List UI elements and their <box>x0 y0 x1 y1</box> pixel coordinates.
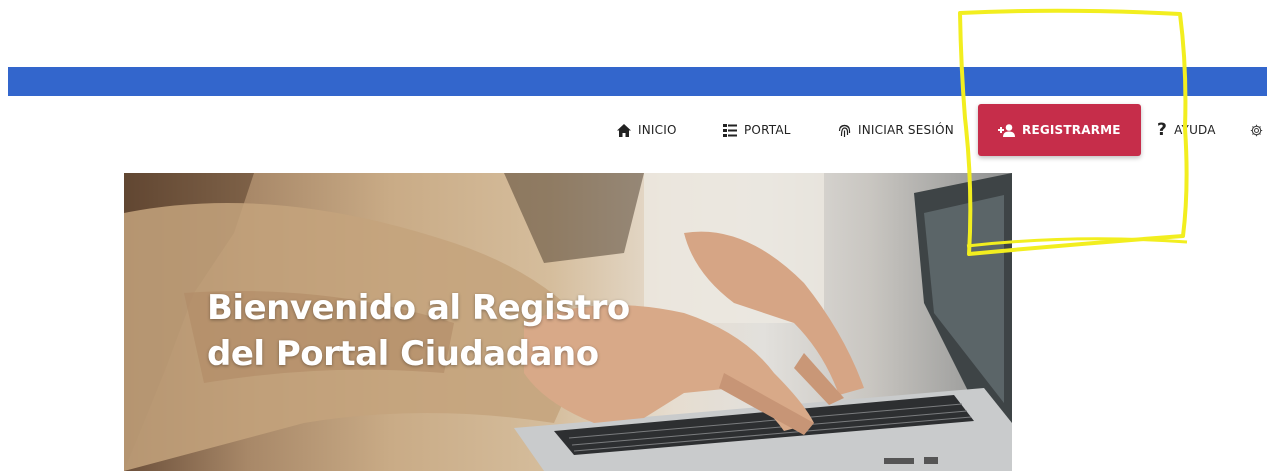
nav-item-inicio[interactable]: INICIO <box>617 103 677 157</box>
nav-item-settings[interactable] <box>1250 103 1263 157</box>
main-navigation: INICIO PORTAL INICIAR SESIÓN REGISTRARME… <box>0 103 1267 157</box>
nav-item-label: INICIAR SESIÓN <box>858 123 954 137</box>
nav-item-label: PORTAL <box>744 123 791 137</box>
add-user-icon <box>998 123 1015 137</box>
hero-title-line2: del Portal Ciudadano <box>207 334 599 374</box>
nav-item-ayuda[interactable]: ? AYUDA <box>1157 103 1216 157</box>
question-icon: ? <box>1157 119 1168 140</box>
hero-title-line1: Bienvenido al Registro <box>207 288 630 328</box>
list-icon <box>723 123 737 137</box>
nav-item-portal[interactable]: PORTAL <box>723 103 791 157</box>
nav-item-label: INICIO <box>638 123 677 137</box>
register-button-label: REGISTRARME <box>1022 123 1121 137</box>
home-icon <box>617 123 631 137</box>
nav-item-iniciar-sesion[interactable]: INICIAR SESIÓN <box>838 103 954 157</box>
fingerprint-icon <box>838 124 851 137</box>
header-color-bar <box>8 67 1267 96</box>
hero-banner: Bienvenido al Registro del Portal Ciudad… <box>124 173 1012 471</box>
gear-icon <box>1250 124 1263 136</box>
hero-title: Bienvenido al Registro del Portal Ciudad… <box>207 285 767 377</box>
nav-item-label: AYUDA <box>1174 123 1216 137</box>
register-button[interactable]: REGISTRARME <box>978 104 1141 156</box>
